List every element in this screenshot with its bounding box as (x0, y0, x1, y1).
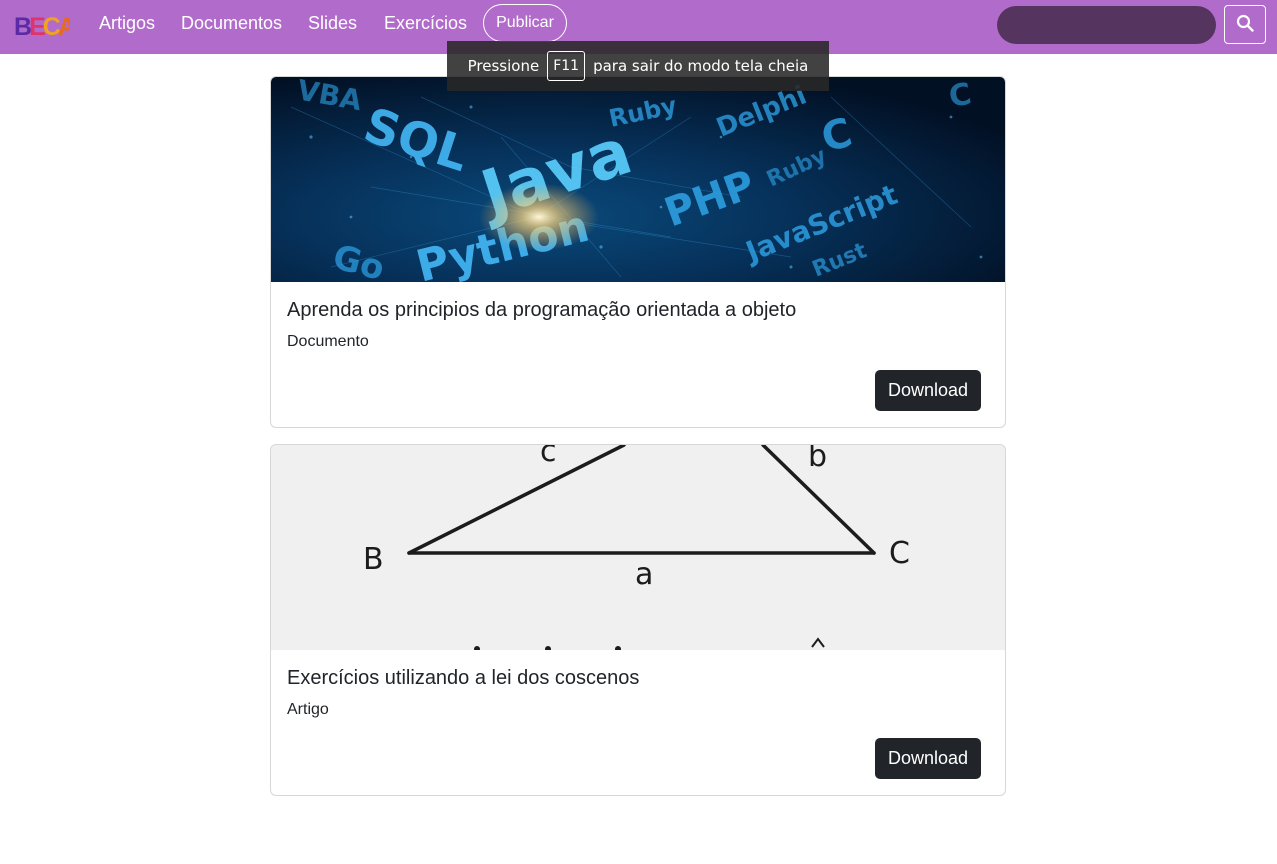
triangle-label: C (889, 536, 910, 571)
fullscreen-notice-suffix: para sair do modo tela cheia (593, 57, 809, 75)
fullscreen-key: F11 (547, 51, 586, 81)
card-type-label: Artigo (287, 701, 329, 718)
download-button[interactable]: Download (875, 370, 981, 411)
nav-link-documentos[interactable]: Documentos (181, 13, 282, 34)
fullscreen-notice-prefix: Pressione (467, 57, 540, 75)
publish-button[interactable]: Publicar (483, 4, 567, 42)
search-button[interactable] (1224, 5, 1266, 44)
nav-link-exercicios[interactable]: Exercícios (384, 13, 467, 34)
search-input[interactable] (997, 6, 1216, 44)
download-button[interactable]: Download (875, 738, 981, 779)
content-card: c b B a C Exercícios utilizando a lei do… (270, 444, 1006, 796)
search-icon (1236, 14, 1254, 35)
content-card: VBA SQL Ruby Java Delphi C Go Python PHP… (270, 76, 1006, 428)
beca-logo[interactable]: BECA (14, 10, 70, 40)
triangle-label: b (808, 445, 827, 474)
card-image-triangle: c b B a C (271, 445, 1005, 650)
card-type-label: Documento (287, 333, 369, 350)
nav-link-slides[interactable]: Slides (308, 13, 357, 34)
triangle-label: B (363, 542, 384, 577)
fullscreen-notice: Pressione F11 para sair do modo tela che… (447, 41, 829, 91)
triangle-label: c (540, 445, 557, 469)
svg-text:BECA: BECA (14, 13, 70, 40)
card-image-programming: VBA SQL Ruby Java Delphi C Go Python PHP… (271, 77, 1005, 282)
card-title[interactable]: Aprenda os principios da programação ori… (287, 299, 796, 322)
card-title[interactable]: Exercícios utilizando a lei dos coscenos (287, 667, 639, 690)
nav-link-artigos[interactable]: Artigos (99, 13, 155, 34)
triangle-label: a (635, 557, 653, 592)
